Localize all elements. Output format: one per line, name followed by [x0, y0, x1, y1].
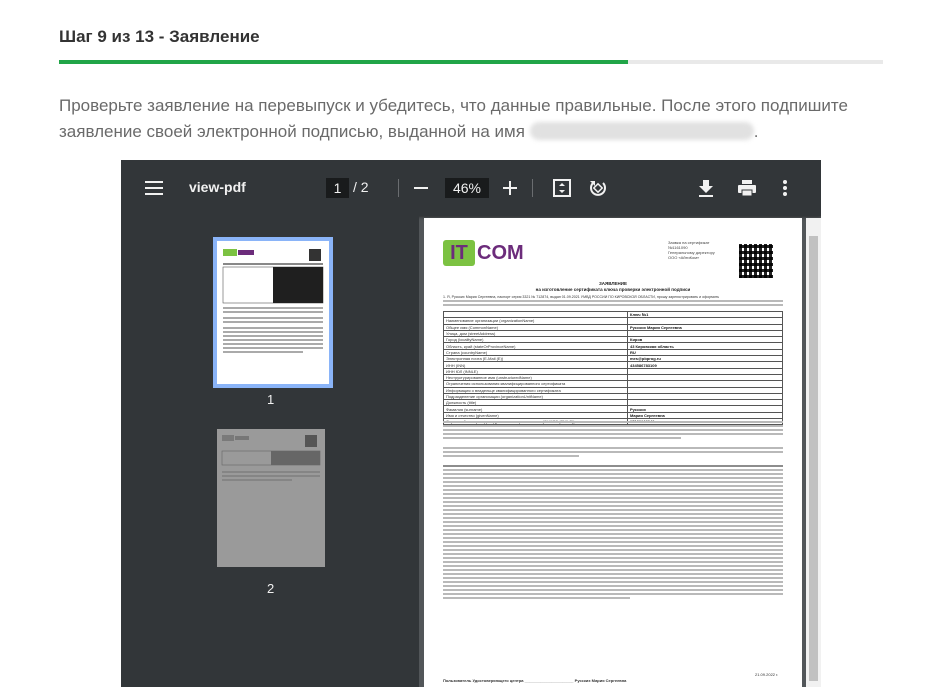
document-subtitle: на изготовление сертификата ключа провер…	[535, 287, 691, 292]
pdf-scrollbar[interactable]	[806, 218, 821, 687]
logo-it: IT	[443, 240, 475, 266]
instructions-end: .	[753, 122, 759, 141]
rotate-icon	[590, 181, 606, 196]
qr-code	[739, 244, 773, 278]
toolbar-separator	[398, 179, 399, 197]
thumbnail-sidebar: 1 2	[121, 216, 419, 687]
document-date: 21.09.2022 г.	[755, 672, 779, 677]
document-name: view-pdf	[189, 179, 246, 195]
pdf-viewer: view-pdf 1 / 2 46% 1 2 IT COM Заявка на …	[121, 160, 821, 687]
fit-page-button[interactable]	[551, 178, 573, 198]
instructions: Проверьте заявление на перевыпуск и убед…	[59, 93, 889, 145]
page-thumbnail-1[interactable]	[213, 237, 333, 388]
progress-bar	[59, 60, 883, 64]
thumbnail-preview	[222, 249, 324, 353]
progress-fill	[59, 60, 628, 64]
pdf-toolbar: view-pdf 1 / 2 46%	[121, 160, 821, 216]
toolbar-separator	[532, 179, 533, 197]
scrollbar-thumb[interactable]	[809, 236, 818, 681]
zoom-out-icon	[414, 187, 428, 189]
zoom-out-button[interactable]	[411, 178, 431, 198]
intro-paragraph: 1. Я, Русских Мария Сергеевна, паспорт с…	[443, 295, 720, 299]
itcom-logo: IT COM	[443, 240, 524, 266]
thumbnail-label: 2	[267, 581, 275, 596]
print-icon	[738, 180, 756, 196]
page-total: / 2	[353, 179, 369, 195]
step-title: Шаг 9 из 13 - Заявление	[59, 27, 260, 46]
document-title: ЗАЯВЛЕНИЕ	[598, 281, 628, 286]
logo-com: COM	[477, 242, 524, 264]
addressee-block: Заявка на сертификат №1161090 Генерально…	[668, 240, 715, 260]
print-button[interactable]	[736, 178, 758, 198]
download-button[interactable]	[696, 178, 716, 198]
more-button[interactable]	[778, 178, 792, 198]
addressee-line: ООО «АйтиКом»	[668, 255, 700, 260]
zoom-in-button[interactable]	[500, 178, 520, 198]
body-text	[443, 421, 783, 601]
more-icon	[783, 180, 787, 196]
zoom-input[interactable]: 46%	[445, 178, 489, 198]
certificate-fields-table: Ключ №1 Наименование организации (organiz…	[443, 310, 783, 426]
thumbnail-preview	[221, 435, 321, 481]
fit-page-icon	[553, 179, 571, 197]
download-icon	[699, 179, 713, 197]
zoom-in-icon	[503, 181, 517, 195]
pdf-page: IT COM Заявка на сертификат №1161090 Ген…	[424, 218, 802, 687]
menu-button[interactable]	[143, 178, 165, 198]
thumbnail-label: 1	[267, 392, 275, 407]
page-thumbnail-2[interactable]	[217, 429, 325, 567]
intro-lines	[443, 300, 783, 308]
menu-icon	[145, 181, 163, 195]
signature-line: Пользователь Удостоверяющего центра ____…	[443, 678, 627, 683]
page-number-input[interactable]: 1	[326, 178, 349, 198]
rotate-button[interactable]	[587, 177, 609, 199]
redacted-name	[529, 122, 754, 140]
